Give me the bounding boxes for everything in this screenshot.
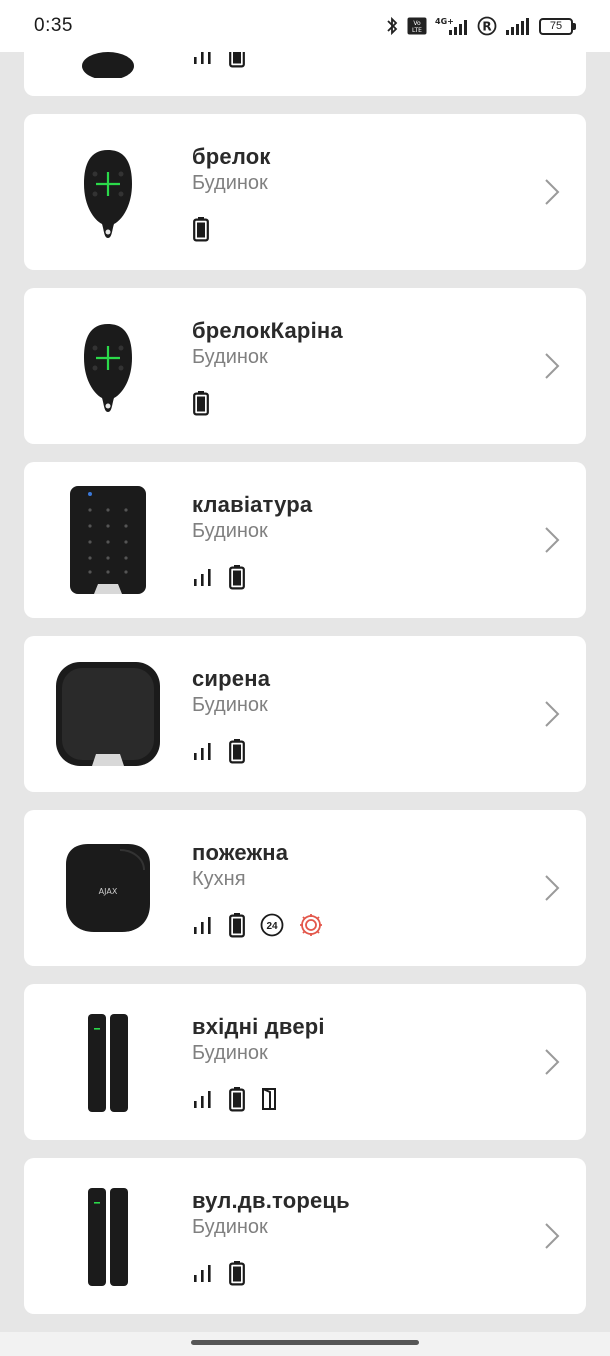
signal-icon	[192, 740, 214, 767]
chevron-right-icon[interactable]	[544, 178, 560, 206]
battery-icon	[228, 1086, 246, 1117]
device-image-keyfob	[48, 306, 168, 426]
device-name: брелокКаріна	[192, 318, 343, 343]
device-name: вул.дв.торець	[192, 1188, 350, 1213]
device-card[interactable]: сирена Будинок	[24, 636, 586, 792]
signal-icon	[192, 1262, 214, 1289]
battery-icon	[228, 912, 246, 943]
device-card[interactable]: брелок Будинок	[24, 114, 586, 270]
signal-icon	[505, 16, 531, 36]
status-icons	[192, 390, 210, 421]
device-card[interactable]: AJAX пожежна Кухня 24	[24, 810, 586, 966]
svg-text:LTE: LTE	[412, 27, 422, 34]
svg-text:AJAX: AJAX	[99, 887, 118, 896]
status-icons	[192, 1086, 280, 1117]
svg-text:Vo: Vo	[413, 20, 421, 27]
device-room: Будинок	[192, 1216, 268, 1238]
device-image-keyfob	[48, 132, 168, 252]
device-room: Будинок	[192, 1042, 268, 1064]
device-image-siren	[48, 654, 168, 774]
device-image-door-contact	[48, 1002, 168, 1122]
device-room: Будинок	[192, 172, 268, 194]
chevron-right-icon[interactable]	[544, 352, 560, 380]
status-icons	[192, 738, 246, 769]
chevron-right-icon[interactable]	[544, 1048, 560, 1076]
svg-text:4G+: 4G+	[435, 17, 454, 26]
device-image-fire-detector: AJAX	[48, 828, 168, 948]
chevron-right-icon[interactable]	[544, 526, 560, 554]
status-time: 0:35	[34, 15, 73, 36]
battery-icon	[228, 564, 246, 595]
status-icons	[192, 1260, 246, 1291]
battery-icon: 75	[539, 17, 576, 35]
device-name: вхідні двері	[192, 1014, 325, 1039]
device-room: Кухня	[192, 868, 246, 890]
home-gesture-bar[interactable]	[191, 1340, 419, 1345]
volte-icon: Vo LTE	[407, 17, 427, 35]
status-icons	[192, 216, 210, 247]
4g-signal-icon: 4G+	[435, 16, 469, 36]
svg-text:R: R	[482, 20, 491, 34]
battery-icon	[228, 1260, 246, 1291]
roaming-r-icon: R	[477, 16, 497, 36]
device-card[interactable]: брелокКаріна Будинок	[24, 288, 586, 444]
device-image-keypad	[48, 480, 168, 600]
device-name: сирена	[192, 666, 271, 691]
status-icons	[192, 564, 246, 595]
chevron-right-icon[interactable]	[544, 1222, 560, 1250]
24h-icon: 24	[260, 913, 284, 942]
device-image-door-contact	[48, 1176, 168, 1296]
signal-icon	[192, 1088, 214, 1115]
status-bar: 0:35 Vo LTE 4G+ R 75	[0, 0, 610, 52]
status-icons: Vo LTE 4G+ R 75	[385, 16, 576, 36]
device-room: Будинок	[192, 694, 268, 716]
battery-icon	[192, 390, 210, 421]
bluetooth-icon	[385, 16, 399, 36]
status-icons: 24	[192, 912, 324, 943]
battery-icon	[192, 216, 210, 247]
temperature-icon	[298, 912, 324, 943]
svg-text:24: 24	[266, 921, 278, 932]
chevron-right-icon[interactable]	[544, 700, 560, 728]
device-name: пожежна	[192, 840, 289, 865]
device-name: брелок	[192, 144, 271, 169]
battery-level: 75	[539, 17, 573, 35]
signal-icon	[192, 566, 214, 593]
navigation-bar	[0, 1332, 610, 1356]
chevron-right-icon[interactable]	[544, 874, 560, 902]
signal-icon	[192, 914, 214, 941]
door-open-icon	[260, 1087, 280, 1116]
device-card[interactable]: вхідні двері Будинок	[24, 984, 586, 1140]
device-card[interactable]: клавіатура Будинок	[24, 462, 586, 618]
device-room: Будинок	[192, 520, 268, 542]
device-room: Будинок	[192, 346, 268, 368]
device-name: клавіатура	[192, 492, 313, 517]
battery-icon	[228, 738, 246, 769]
device-card[interactable]: вул.дв.торець Будинок	[24, 1158, 586, 1314]
